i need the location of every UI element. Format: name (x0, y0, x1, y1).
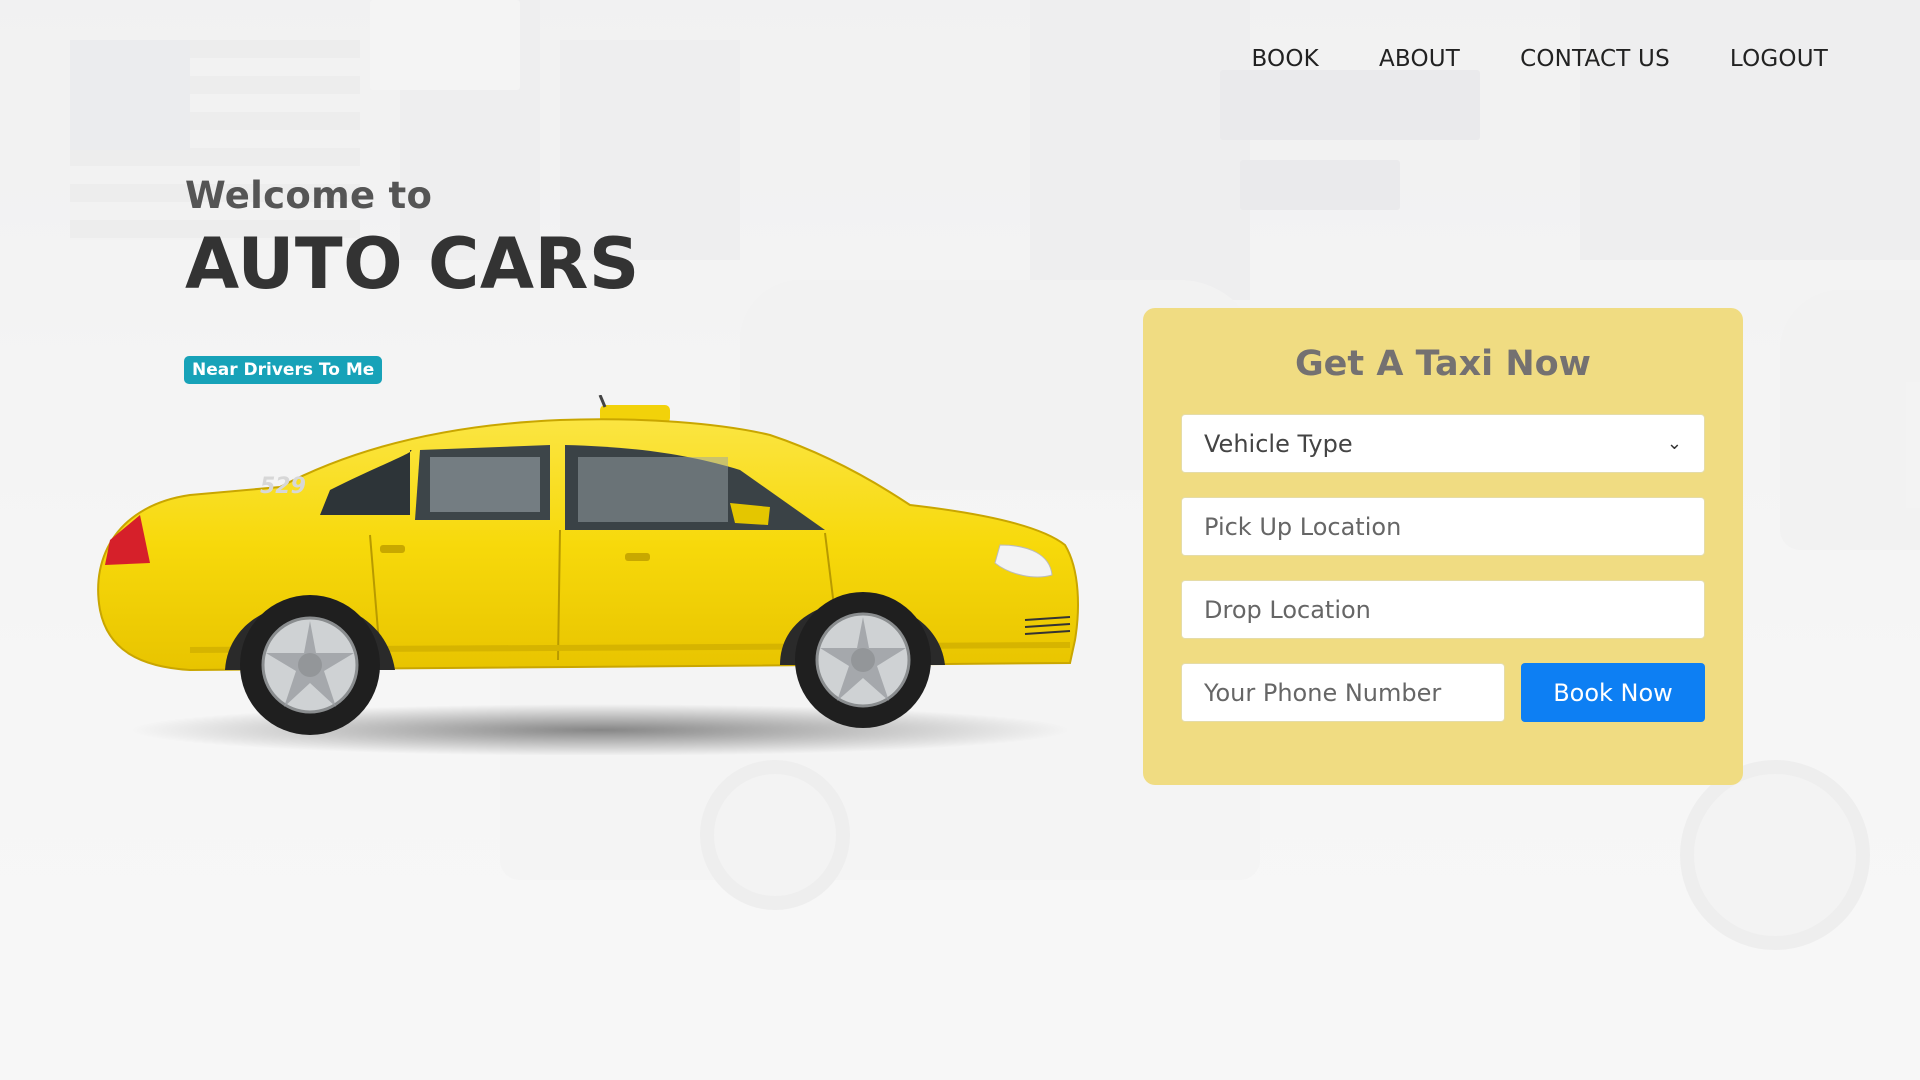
booking-title: Get A Taxi Now (1294, 344, 1592, 384)
fleet-number: 529 (260, 474, 306, 499)
vehicle-type-select[interactable]: Vehicle Type ⌄ (1181, 414, 1705, 473)
vehicle-type-value: Vehicle Type (1204, 429, 1353, 458)
nav-logout[interactable]: LOGOUT (1730, 46, 1828, 72)
phone-number-input[interactable]: Your Phone Number (1181, 663, 1505, 722)
chevron-down-icon: ⌄ (1666, 433, 1682, 454)
nav-book[interactable]: BOOK (1251, 46, 1318, 72)
book-now-button[interactable]: Book Now (1521, 663, 1705, 722)
hero: Welcome to AUTO CARS (185, 174, 640, 305)
phone-row: Your Phone Number Book Now (1181, 663, 1705, 722)
nav-about[interactable]: ABOUT (1379, 46, 1460, 72)
welcome-text: Welcome to (185, 174, 433, 217)
drop-location-input[interactable]: Drop Location (1181, 580, 1705, 639)
top-nav: BOOK ABOUT CONTACT US LOGOUT (1251, 46, 1828, 72)
taxi-car-image: 529 (97, 395, 1079, 755)
brand-title: AUTO CARS (185, 223, 640, 305)
pickup-location-input[interactable]: Pick Up Location (1181, 497, 1705, 556)
booking-card: Get A Taxi Now Vehicle Type ⌄ Pick Up Lo… (1143, 308, 1743, 785)
nav-contact-us[interactable]: CONTACT US (1520, 46, 1670, 72)
near-drivers-badge[interactable]: Near Drivers To Me (184, 356, 383, 384)
